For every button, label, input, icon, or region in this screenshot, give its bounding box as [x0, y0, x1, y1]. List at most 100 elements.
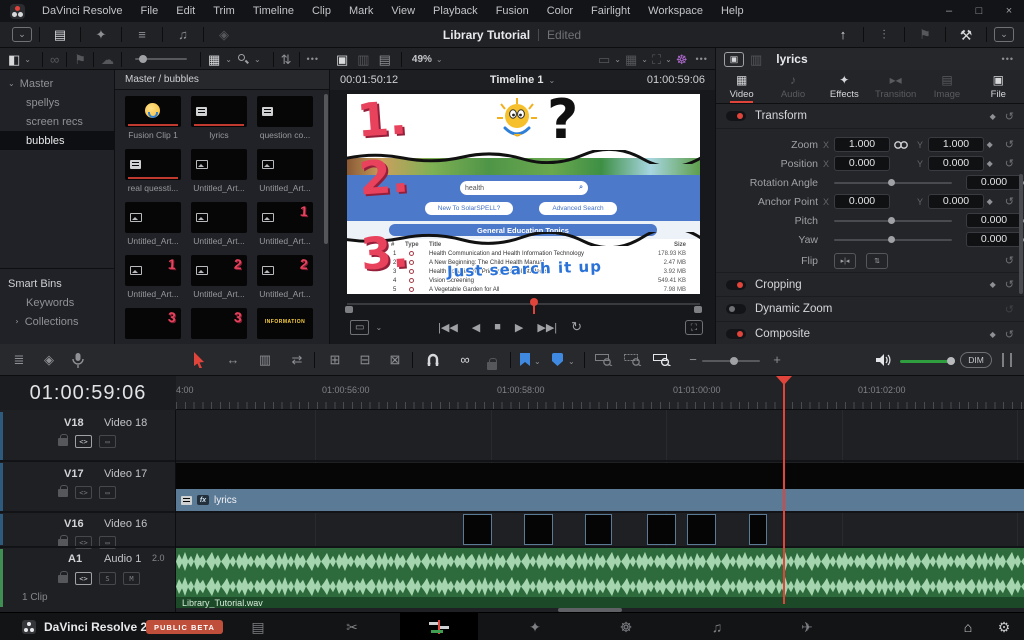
zoom-in-button[interactable]: +	[768, 353, 786, 366]
link-xy-icon[interactable]	[890, 140, 912, 150]
sound-library-icon[interactable]: ♫	[170, 28, 196, 41]
stop-button[interactable]: ■	[494, 321, 501, 333]
full-extent-zoom-icon[interactable]	[595, 354, 613, 366]
composite-toggle[interactable]	[726, 329, 746, 339]
menu-file[interactable]: File	[132, 0, 168, 22]
collapse-panel-icon[interactable]: ⌄	[12, 27, 32, 42]
effects-icon[interactable]: ◈	[211, 28, 237, 41]
transform-toggle[interactable]	[726, 111, 746, 121]
deliver-page-button[interactable]: ✈	[797, 619, 817, 636]
media-clip[interactable]: real quessti...	[121, 149, 185, 193]
scrubber-playhead[interactable]	[533, 300, 535, 314]
color-page-button[interactable]: ☸	[616, 619, 636, 636]
fairlight-page-button[interactable]: ♫	[707, 619, 727, 635]
bin-panel-icon[interactable]: ◧	[8, 53, 20, 66]
media-clip[interactable]: INFORMATION	[253, 308, 317, 344]
media-clip[interactable]: 2Untitled_Art...	[187, 255, 251, 299]
audio-inspector-icon[interactable]: ▥	[750, 53, 762, 66]
chevron-down-icon[interactable]: ⌄	[225, 55, 232, 64]
track-lock-icon[interactable]	[58, 489, 68, 497]
chevron-down-icon[interactable]: ⌄	[254, 55, 261, 64]
menu-playback[interactable]: Playback	[424, 0, 487, 22]
media-pool-icon[interactable]: ▤	[47, 28, 73, 41]
bin-spellys[interactable]: spellys	[0, 93, 114, 112]
timeline-clip[interactable]	[749, 514, 767, 545]
track-enable-icon[interactable]: ▭	[99, 435, 116, 448]
auto-select-icon[interactable]: <>	[75, 572, 92, 585]
chevron-down-icon[interactable]: ⌄	[534, 357, 541, 366]
lyrics-clip-body[interactable]	[176, 463, 1024, 489]
track-enable-icon[interactable]: ▭	[99, 486, 116, 499]
chevron-down-icon[interactable]: ⌄	[665, 55, 672, 64]
fusion-page-button[interactable]: ✦	[525, 619, 545, 636]
timeline-ruler[interactable]: 01:00:54:00 01:00:56:00 01:00:58:00 01:0…	[176, 376, 1024, 410]
reset-icon[interactable]: ↺	[1005, 254, 1014, 267]
bin-screen-recs[interactable]: screen recs	[0, 112, 114, 131]
timeline-effects-icon[interactable]: ◈	[40, 353, 58, 366]
video-inspector-icon[interactable]: ▣	[724, 52, 744, 67]
media-clip[interactable]: question co...	[253, 96, 317, 140]
overwrite-clip-button[interactable]: ⊟	[356, 353, 374, 366]
letterbox-icon[interactable]: ▭	[598, 53, 610, 66]
cut-page-button[interactable]: ✂	[342, 619, 362, 636]
media-clip[interactable]: Untitled_Art...	[253, 149, 317, 193]
trim-edit-mode-tool[interactable]: ↔	[224, 353, 242, 366]
bin-path-breadcrumb[interactable]: Master / bubbles	[115, 70, 329, 90]
search-icon[interactable]	[237, 53, 249, 65]
thumb-size-slider[interactable]	[135, 58, 187, 60]
media-clip[interactable]: Untitled_Art...	[121, 202, 185, 246]
replace-clip-button[interactable]: ⊠	[386, 353, 404, 366]
media-clip[interactable]: 2Untitled_Art...	[253, 255, 317, 299]
timeline-clip[interactable]	[524, 514, 553, 545]
menu-edit[interactable]: Edit	[167, 0, 204, 22]
dynamic-zoom-toggle[interactable]	[726, 304, 746, 314]
more-options-icon[interactable]: •••	[307, 55, 319, 64]
edit-index-icon[interactable]: ≡	[129, 28, 155, 41]
bin-master[interactable]: ⌄Master	[0, 74, 114, 93]
mixer-toggle-icon[interactable]	[1002, 353, 1012, 367]
grid-view-icon[interactable]: ▦	[208, 53, 220, 66]
minimize-button[interactable]: –	[934, 5, 964, 17]
chevron-down-icon[interactable]: ⌄	[568, 357, 575, 366]
track-lock-icon[interactable]	[58, 438, 68, 446]
clip-marker-icon[interactable]	[552, 353, 563, 366]
snapping-magnet-icon[interactable]	[426, 353, 440, 367]
tools-icon[interactable]: ⚒	[953, 28, 979, 42]
position-lock-icon[interactable]	[487, 362, 497, 370]
mute-button[interactable]: M	[123, 572, 140, 585]
loop-button[interactable]: ↻	[571, 319, 582, 335]
filmstrip-view-icon[interactable]: ▥	[357, 53, 369, 66]
auto-select-icon[interactable]: <>	[75, 486, 92, 499]
keyframe-icon[interactable]: ◆	[990, 330, 996, 339]
timeline-zoom-slider[interactable]	[702, 360, 760, 362]
export-icon[interactable]: ↑	[830, 28, 856, 41]
position-x-input[interactable]: 0.000	[834, 156, 890, 171]
edit-page-button[interactable]	[400, 613, 478, 640]
tab-video[interactable]: ▦Video	[716, 70, 767, 103]
thumbnail-view-icon[interactable]: ▣	[336, 53, 348, 66]
mixer-icon[interactable]: ⫶	[871, 28, 897, 41]
dim-button[interactable]: DIM	[960, 352, 992, 368]
unlink-icon[interactable]: ∞	[50, 53, 59, 66]
speaker-icon[interactable]	[876, 353, 891, 367]
cinema-viewer-icon[interactable]: ⛶	[685, 320, 703, 335]
menu-app[interactable]: DaVinci Resolve	[33, 0, 132, 22]
flip-horizontal-button[interactable]: ▸|◂	[834, 253, 856, 269]
zoom-y-input[interactable]: 1.000	[928, 137, 984, 152]
home-button[interactable]: ⌂	[958, 619, 978, 635]
reset-icon[interactable]: ↺	[1005, 328, 1014, 341]
tab-audio[interactable]: ♪Audio	[767, 70, 818, 103]
more-options-icon[interactable]: •••	[1002, 55, 1014, 64]
voiceover-mic-icon[interactable]	[72, 353, 84, 368]
timeline-clip[interactable]	[463, 514, 492, 545]
reset-icon[interactable]: ↺	[1005, 110, 1014, 123]
in-point-handle[interactable]	[345, 306, 353, 313]
anchor-y-input[interactable]: 0.000	[928, 194, 984, 209]
menu-mark[interactable]: Mark	[340, 0, 382, 22]
timeline-selector[interactable]: Timeline 1⌄	[490, 74, 555, 86]
rotation-input[interactable]: 0.000	[966, 175, 1022, 190]
menu-workspace[interactable]: Workspace	[639, 0, 712, 22]
proxy-quality-icon[interactable]: ▦	[625, 53, 637, 66]
menu-timeline[interactable]: Timeline	[244, 0, 303, 22]
timeline-clip[interactable]	[585, 514, 612, 545]
